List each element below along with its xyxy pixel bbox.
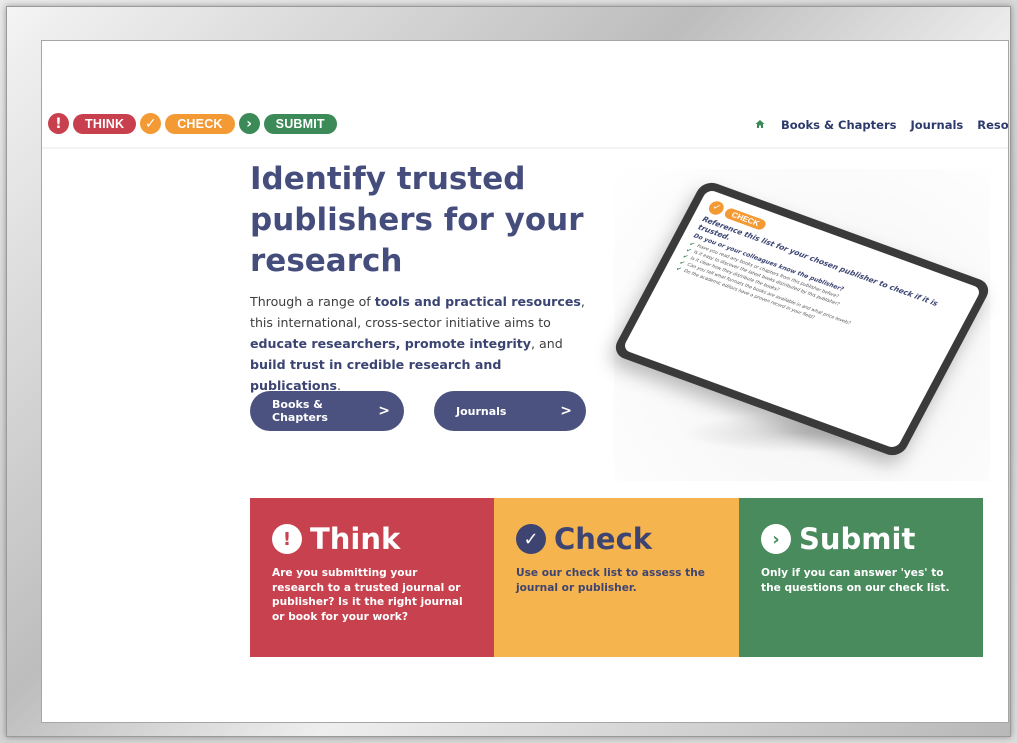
books-chapters-button[interactable]: Books & Chapters > — [250, 391, 404, 431]
checkmark-icon: ✓ — [140, 113, 162, 134]
browser-viewport: ! THINK ✓ CHECK › SUBMIT Books & Chapter… — [41, 40, 1009, 723]
checkmark-icon: ✓ — [706, 199, 727, 217]
submit-card-header: › Submit — [761, 522, 961, 556]
hero-description: Through a range of tools and practical r… — [250, 291, 596, 396]
submit-card-text: Only if you can answer 'yes' to the ques… — [761, 567, 950, 594]
logo-think-label: THINK — [73, 113, 137, 134]
checkmark-icon: ✓ — [516, 524, 546, 554]
main-nav: Books & Chapters Journals Resources — [755, 118, 1008, 132]
check-card-text: Use our check list to assess the journal… — [516, 567, 705, 594]
hero-text-emphasis: educate researchers, promote integrity — [250, 336, 531, 351]
check-card-header: ✓ Check — [516, 522, 717, 556]
nav-item-resources[interactable]: Resources — [977, 118, 1008, 132]
header-divider — [42, 147, 1008, 149]
monitor-frame: ! THINK ✓ CHECK › SUBMIT Books & Chapter… — [6, 6, 1011, 737]
hero-text-emphasis: tools and practical resources — [374, 294, 581, 309]
think-card-header: ! Think — [272, 522, 472, 556]
submit-card-title: Submit — [799, 522, 916, 556]
hero-text-part: Through a range of — [250, 294, 375, 309]
home-icon[interactable] — [755, 119, 765, 132]
think-card-text: Are you submitting your research to a tr… — [272, 567, 463, 623]
think-card[interactable]: ! Think Are you submitting your research… — [250, 498, 494, 657]
journals-button[interactable]: Journals > — [434, 391, 586, 431]
check-card-title: Check — [554, 522, 653, 556]
chevron-right-icon: > — [378, 403, 390, 419]
think-card-title: Think — [310, 522, 401, 556]
chevron-right-icon: › — [761, 524, 791, 554]
nav-item-books-chapters[interactable]: Books & Chapters — [781, 118, 897, 132]
journals-button-label: Journals — [456, 404, 507, 418]
nav-item-journals[interactable]: Journals — [910, 118, 963, 132]
submit-card[interactable]: › Submit Only if you can answer 'yes' to… — [739, 498, 983, 657]
chevron-right-icon: › — [238, 113, 260, 134]
check-card[interactable]: ✓ Check Use our check list to assess the… — [494, 498, 739, 657]
think-check-submit-logo[interactable]: ! THINK ✓ CHECK › SUBMIT — [48, 113, 337, 134]
hero-text-emphasis: build trust in credible research and pub… — [250, 357, 502, 393]
logo-check-label: CHECK — [165, 113, 235, 134]
exclamation-icon: ! — [48, 113, 69, 134]
exclamation-icon: ! — [272, 524, 302, 554]
checkmark-icon: ✔ — [674, 265, 683, 274]
chevron-right-icon: > — [560, 403, 572, 419]
hero-title: Identify trusted publishers for your res… — [250, 161, 584, 279]
logo-submit-label: SUBMIT — [263, 113, 337, 134]
books-chapters-button-label: Books & Chapters — [272, 398, 328, 424]
hero-text-part: , and — [531, 336, 563, 351]
